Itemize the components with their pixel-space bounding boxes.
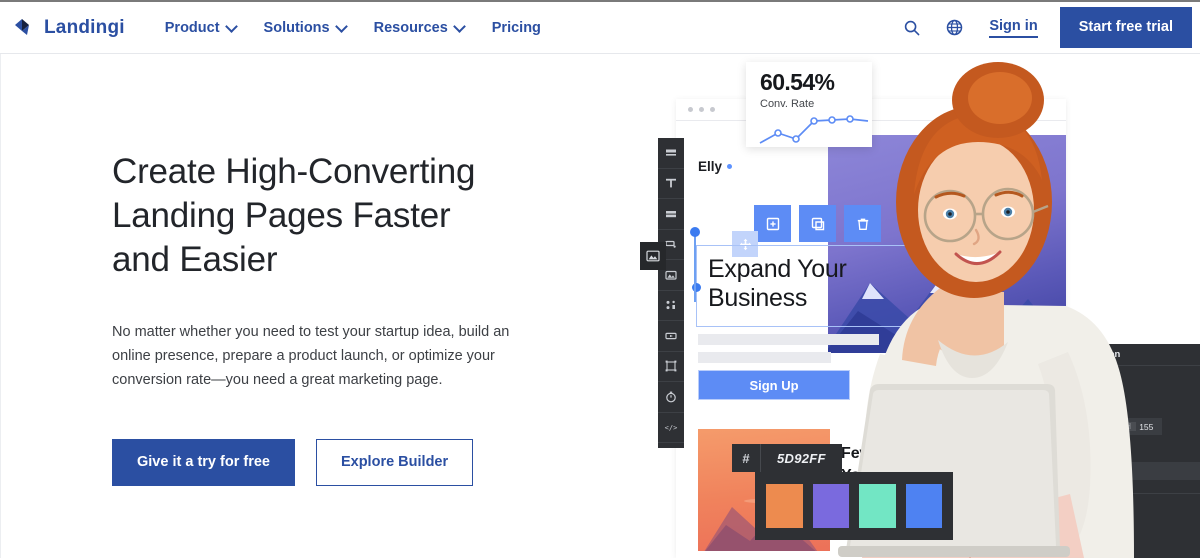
color-hex-input[interactable]: # 5D92FF	[732, 444, 842, 472]
hero-subtitle: No matter whether you need to test your …	[112, 324, 510, 388]
nav-item-product[interactable]: Product	[151, 14, 250, 42]
window-close-dot-icon	[688, 107, 693, 112]
video-icon[interactable]	[658, 321, 684, 352]
brand-logo[interactable]: Landingi	[14, 17, 125, 39]
code-icon[interactable]: </>	[658, 413, 684, 443]
search-icon[interactable]	[895, 11, 929, 45]
hero-left-column: Create High-Converting Landing Pages Fas…	[112, 150, 572, 486]
section-guide-line	[690, 227, 700, 302]
unsaved-dot-icon	[727, 164, 733, 169]
height-value: 155	[1139, 421, 1154, 432]
box-icon[interactable]	[658, 199, 684, 230]
nav-item-label: Resources	[373, 19, 448, 36]
chevron-down-icon	[337, 22, 346, 31]
signin-link[interactable]: Sign in	[989, 18, 1038, 38]
explore-builder-button[interactable]: Explore Builder	[315, 439, 474, 486]
builder-page-name: Elly	[698, 159, 733, 174]
nav-right-group: Sign in Start free trial	[895, 1, 1200, 55]
nav-item-label: Product	[164, 19, 220, 36]
selected-text-line-2: Business	[708, 284, 808, 312]
landing-page: Landingi Product Solutions Resources Pri…	[0, 0, 1200, 558]
window-maximize-dot-icon	[710, 107, 715, 112]
frame-icon[interactable]	[658, 352, 684, 382]
hero-title-line-2: Landing Pages Faster	[112, 196, 451, 235]
floating-image-tool-icon[interactable]	[640, 242, 666, 270]
landingi-diamond-logo-icon	[14, 18, 36, 38]
chevron-down-icon	[227, 22, 236, 31]
svg-text:</>: </>	[665, 424, 678, 432]
nav-item-pricing[interactable]: Pricing	[478, 14, 555, 42]
section-icon[interactable]	[658, 138, 684, 169]
start-free-trial-button[interactable]: Start free trial	[1059, 7, 1192, 48]
nav-item-solutions[interactable]: Solutions	[250, 14, 360, 42]
duplicate-icon[interactable]	[754, 205, 791, 242]
social-icon[interactable]	[658, 291, 684, 321]
color-palette	[755, 472, 953, 540]
text-icon[interactable]	[658, 169, 684, 199]
nav-links: Product Solutions Resources Pricing	[151, 14, 555, 42]
hero-title-line-3: and Easier	[112, 240, 278, 279]
nav-item-label: Solutions	[263, 19, 330, 36]
chevron-down-icon	[455, 22, 464, 31]
builder-page-name-label: Elly	[698, 159, 723, 174]
brand-name: Landingi	[44, 16, 125, 38]
color-swatch-mint[interactable]	[859, 484, 896, 528]
hero-illustration: Elly Expand Your Business Sign Up Few 60…	[620, 54, 1200, 558]
guide-handle-dot[interactable]	[690, 227, 700, 237]
color-swatch-orange[interactable]	[766, 484, 803, 528]
color-swatch-blue[interactable]	[905, 484, 942, 528]
hero-cta-row: Give it a try for free Explore Builder	[112, 439, 572, 486]
window-minimize-dot-icon	[699, 107, 704, 112]
hero-title-line-1: Create High-Converting	[112, 152, 476, 191]
globe-icon[interactable]	[937, 11, 971, 45]
timer-icon[interactable]	[658, 382, 684, 413]
content-divider	[0, 54, 1, 558]
give-it-a-try-button[interactable]: Give it a try for free	[112, 439, 295, 486]
hex-value: 5D92FF	[777, 450, 826, 466]
page-title: Create High-Converting Landing Pages Fas…	[112, 150, 572, 282]
nav-item-resources[interactable]: Resources	[360, 14, 478, 42]
builder-left-toolbar: </>	[658, 138, 684, 448]
color-swatch-purple[interactable]	[812, 484, 849, 528]
hash-symbol-label: #	[742, 450, 750, 466]
nav-item-label: Pricing	[491, 19, 541, 36]
top-navbar: Landingi Product Solutions Resources Pri…	[0, 0, 1200, 54]
